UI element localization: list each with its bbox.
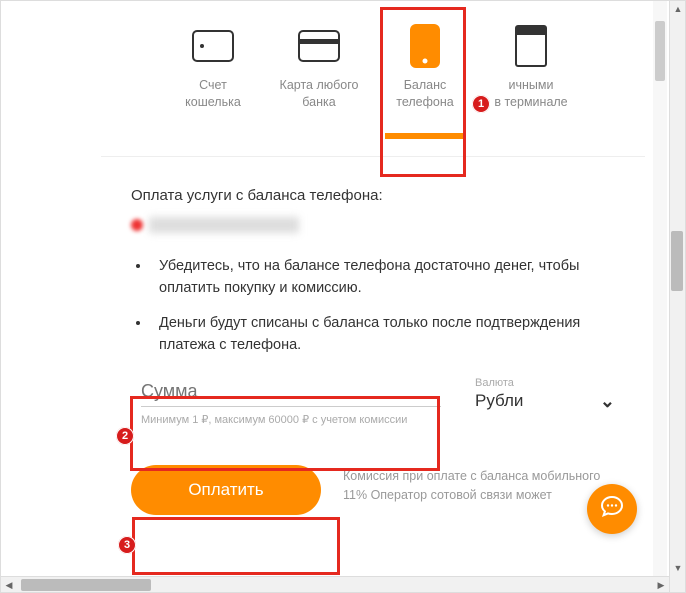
wallet-icon (189, 25, 237, 67)
info-list: Убедитесь, что на балансе телефона доста… (151, 256, 615, 357)
tab-label: Карта любого банка (280, 77, 359, 111)
section-title: Оплата услуги с баланса телефона: (131, 187, 615, 204)
currency-select[interactable]: Рубли ⌄ (475, 391, 615, 412)
pay-button[interactable]: Оплатить (131, 465, 321, 515)
scroll-left-arrow-icon[interactable]: ◀ (1, 577, 17, 593)
amount-field-box: Минимум 1 ₽, максимум 60000 ₽ с учетом к… (131, 375, 451, 431)
phone-icon (401, 25, 449, 67)
phone-number-blurred (131, 216, 615, 234)
tab-label: Баланс телефона (396, 77, 453, 111)
vertical-scrollbar[interactable]: ▲ ▼ (669, 1, 685, 592)
terminal-icon (507, 25, 555, 67)
currency-box: Валюта Рубли ⌄ (475, 375, 615, 412)
scroll-right-arrow-icon[interactable]: ▶ (653, 577, 669, 593)
scrollbar-thumb[interactable] (21, 579, 151, 591)
scrollbar-thumb[interactable] (655, 21, 665, 81)
tab-label: ичными в терминале (494, 77, 567, 111)
tab-label: Счет кошелька (185, 77, 241, 111)
horizontal-scrollbar[interactable]: ◀ ▶ (1, 576, 669, 592)
scroll-down-arrow-icon[interactable]: ▼ (670, 560, 686, 576)
currency-label: Валюта (475, 377, 615, 389)
currency-value: Рубли (475, 391, 523, 411)
inner-scrollbar[interactable] (653, 1, 667, 576)
chevron-down-icon: ⌄ (600, 391, 615, 412)
tab-bank-card[interactable]: Карта любого банка (277, 25, 361, 111)
active-tab-underline (385, 133, 465, 139)
tab-terminal-cash[interactable]: ичными в терминале (489, 25, 573, 111)
list-item: Деньги будут списаны с баланса только по… (151, 313, 605, 357)
action-row: Оплатить Комиссия при оплате с баланса м… (131, 465, 615, 515)
browser-frame: Счет кошелька Карта любого банка Баланс … (0, 0, 686, 593)
payment-method-tabs: Счет кошелька Карта любого банка Баланс … (101, 1, 645, 111)
card-icon (295, 25, 343, 67)
chat-icon (600, 494, 624, 525)
tab-phone-balance[interactable]: Баланс телефона (383, 25, 467, 111)
list-item: Убедитесь, что на балансе телефона доста… (151, 256, 605, 300)
chat-fab[interactable] (587, 484, 637, 534)
amount-input[interactable] (141, 381, 441, 407)
main-content: Счет кошелька Карта любого банка Баланс … (101, 1, 645, 576)
amount-hint: Минимум 1 ₽, максимум 60000 ₽ с учетом к… (141, 413, 441, 427)
form-row: Минимум 1 ₽, максимум 60000 ₽ с учетом к… (131, 375, 615, 431)
scrollbar-thumb[interactable] (671, 231, 683, 291)
scroll-up-arrow-icon[interactable]: ▲ (670, 1, 686, 17)
payment-section: Оплата услуги с баланса телефона: Убедит… (101, 157, 645, 515)
tab-wallet[interactable]: Счет кошелька (171, 25, 255, 111)
commission-text: Комиссия при оплате с баланса мобильного… (343, 465, 615, 505)
